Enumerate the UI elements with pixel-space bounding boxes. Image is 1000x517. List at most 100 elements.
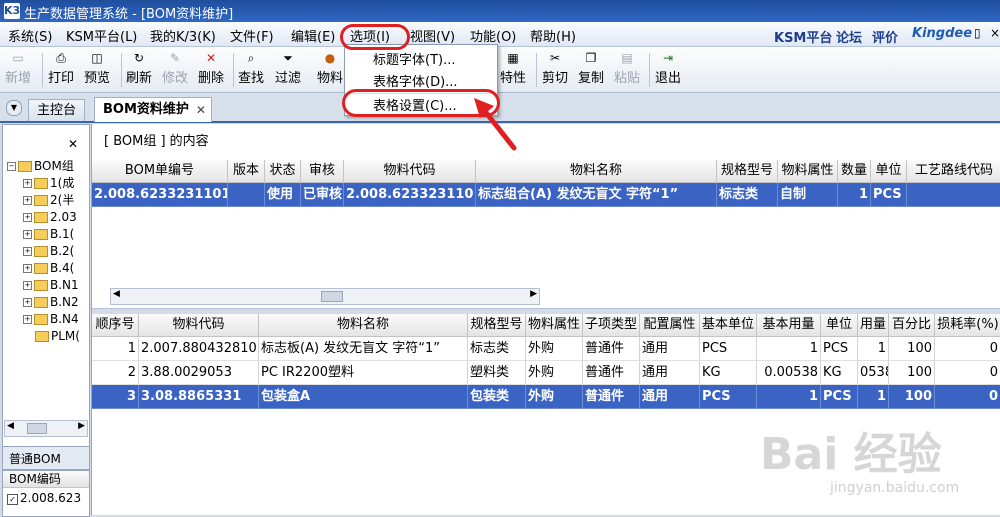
scroll-right-icon[interactable]: ▶ [530,289,537,299]
expand-icon[interactable]: + [23,298,32,307]
tree-node-root[interactable]: − BOM组 [7,159,74,174]
close-icon[interactable]: × [990,26,1000,40]
folder-icon [34,314,48,325]
toolbar: ▭ 新增 ⎙ 打印 ◫ 预览 ↻ 刷新 ✎ 修改 ✕ 删除 ⌕ 查找 ⏷ 过滤 ● 物料 ▦ 特性 … [0,47,1000,93]
brand-link-review[interactable]: 评价 [872,27,898,46]
column-header[interactable]: 单位 [871,160,907,183]
tree-horizontal-scrollbar[interactable]: ◀ ▶ [4,420,88,437]
print-button[interactable]: ⎙ 打印 [48,51,74,86]
menu-edit[interactable]: 编辑(E) [291,26,335,45]
phone-icon[interactable]: ▯ [974,26,981,40]
column-header[interactable]: 审核 [301,160,344,183]
copy-button[interactable]: ❐ 复制 [578,51,604,86]
column-header[interactable]: 规格型号 [468,314,526,337]
bom-code-item[interactable]: ✓ 2.008.623 [7,491,81,505]
expand-icon[interactable]: + [23,247,32,256]
menu-ksm-platform[interactable]: KSM平台(L) [66,26,137,45]
edit-button[interactable]: ✎ 修改 [162,51,188,86]
column-header[interactable]: 用量 [858,314,889,337]
column-header[interactable]: 数量 [838,160,871,183]
brand-link-forum[interactable]: 论坛 [836,27,862,46]
tab-dropdown-icon[interactable]: ▼ [6,100,22,116]
tab-bom-maintenance[interactable]: BOM资料维护 ✕ [94,97,212,122]
material-button[interactable]: ● 物料 [317,51,343,86]
column-header[interactable]: 子项类型 [583,314,640,337]
tree-node[interactable]: + B.1( [23,227,74,242]
baidu-watermark-url: jingyan.baidu.com [830,480,960,496]
tree-node[interactable]: + B.N4 [23,312,79,327]
column-header[interactable]: 基本用量 [757,314,821,337]
column-header[interactable]: 规格型号 [717,160,778,183]
new-button[interactable]: ▭ 新增 [5,51,31,86]
checkbox-icon[interactable]: ✓ [7,494,18,505]
folder-icon [34,297,48,308]
upper-grid-horizontal-scrollbar[interactable]: ◀ ▶ [110,288,540,305]
column-header[interactable]: BOM单编号 [92,160,228,183]
column-header[interactable]: 版本 [228,160,265,183]
column-header[interactable]: 损耗率(%) [935,314,1000,337]
column-header[interactable]: 物料属性 [526,314,583,337]
menu-item-table-font[interactable]: 表格字体(D)... [373,71,458,90]
menu-view[interactable]: 视图(V) [410,26,455,45]
column-header[interactable]: 基本单位 [700,314,757,337]
menu-system[interactable]: 系统(S) [8,26,52,45]
column-header[interactable]: 顺序号 [92,314,139,337]
expand-icon[interactable]: + [23,196,32,205]
cut-button[interactable]: ✂ 剪切 [542,51,568,86]
tree-node[interactable]: + B.N1 [23,278,79,293]
tab-close-icon[interactable]: ✕ [196,98,206,122]
paste-button[interactable]: ▤ 粘贴 [614,51,640,86]
filter-button[interactable]: ⏷ 过滤 [275,51,301,86]
column-header[interactable]: 物料名称 [476,160,717,183]
scroll-left-icon[interactable]: ◀ [7,421,14,431]
preview-button[interactable]: ◫ 预览 [84,51,110,86]
column-header[interactable]: 百分比 [889,314,935,337]
column-header[interactable]: 单位 [821,314,858,337]
table-row[interactable]: 3 3.08.8865331 包装盒A 包装类 外购 普通件 通用 PCS 1 … [92,385,1000,409]
feature-button[interactable]: ▦ 特性 [500,51,526,86]
expand-icon[interactable]: + [23,264,32,273]
column-header[interactable]: 状态 [265,160,301,183]
tab-normal-bom[interactable]: 普通BOM [2,446,90,470]
refresh-icon: ↻ [133,51,145,65]
exit-button[interactable]: ⇥ 退出 [655,51,681,86]
column-header[interactable]: 工艺路线代码 [907,160,1000,183]
tree-node[interactable]: +2.03 [23,210,77,225]
menu-file[interactable]: 文件(F) [230,26,274,45]
menu-help[interactable]: 帮助(H) [530,26,576,45]
tree-node[interactable]: + B.4( [23,261,74,276]
tree-node[interactable]: +2(半 [23,193,74,208]
tree-node[interactable]: PLM( [35,329,80,344]
scroll-left-icon[interactable]: ◀ [113,289,120,299]
scrollbar-thumb[interactable] [27,423,47,434]
menu-my-k3[interactable]: 我的K/3(K) [150,26,216,45]
menu-item-title-font[interactable]: 标题字体(T)... [373,49,455,68]
tab-main-console[interactable]: 主控台 [28,99,86,121]
find-button[interactable]: ⌕ 查找 [238,51,264,86]
menu-function[interactable]: 功能(O) [470,26,516,45]
column-header[interactable]: 物料代码 [344,160,476,183]
scroll-right-icon[interactable]: ▶ [78,421,85,431]
panel-close-icon[interactable]: ✕ [68,137,78,151]
brand-link-ksm[interactable]: KSM平台 [774,27,832,46]
refresh-button[interactable]: ↻ 刷新 [126,51,152,86]
column-header[interactable]: 配置属性 [640,314,700,337]
column-header[interactable]: 物料属性 [778,160,838,183]
expand-icon[interactable]: + [23,230,32,239]
folder-icon [34,178,48,189]
expand-icon[interactable]: + [23,179,32,188]
tree-node[interactable]: + B.2( [23,244,74,259]
delete-button[interactable]: ✕ 删除 [198,51,224,86]
tree-node[interactable]: +1(成 [23,176,74,191]
table-row[interactable]: 1 2.007.8804328101 标志板(A) 发纹无盲文 字符“1” 标志… [92,337,1000,361]
expand-icon[interactable]: + [23,213,32,222]
scrollbar-thumb[interactable] [321,291,343,302]
column-header[interactable]: 物料名称 [259,314,468,337]
table-row[interactable]: 2 3.88.0029053 PC IR2200塑料 塑料类 外购 普通件 通用… [92,361,1000,385]
table-row[interactable]: 2.008.6233231101 使用 已审核 2.008.6233231101… [92,183,1000,207]
column-header[interactable]: 物料代码 [139,314,259,337]
expand-icon[interactable]: + [23,315,32,324]
collapse-icon[interactable]: − [7,162,16,171]
expand-icon[interactable]: + [23,281,32,290]
tree-node[interactable]: + B.N2 [23,295,79,310]
